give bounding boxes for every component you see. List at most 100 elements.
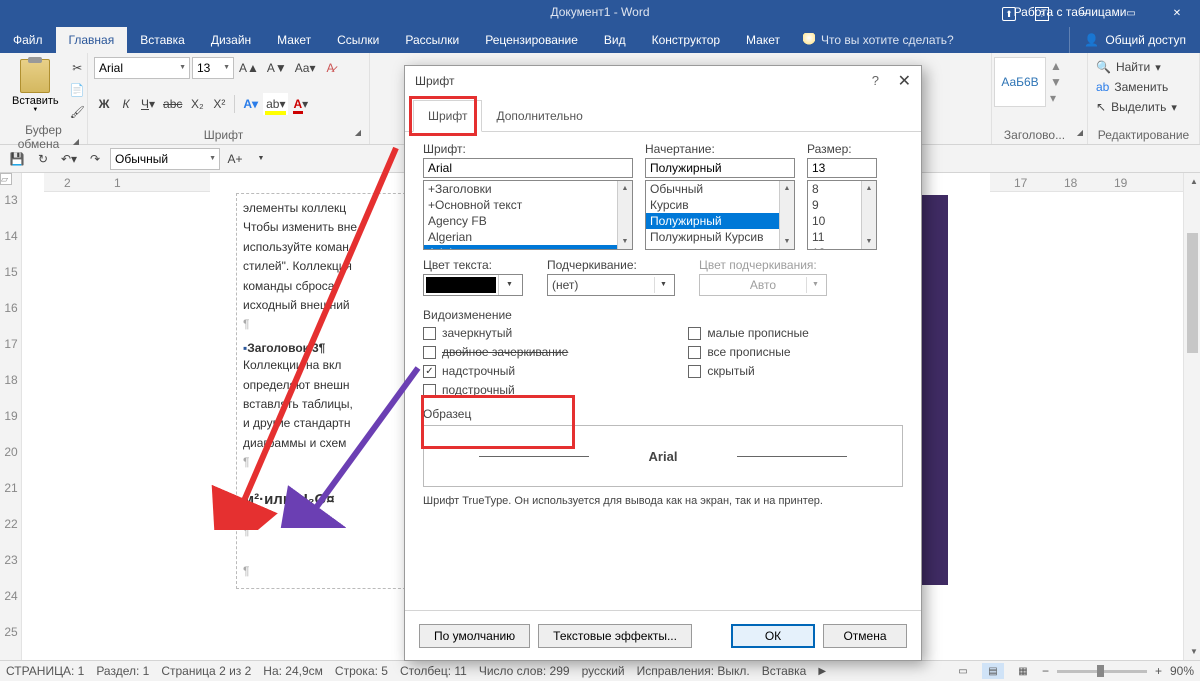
new-style-button[interactable]: A+ xyxy=(224,148,246,170)
replace-button[interactable]: abЗаменить xyxy=(1096,77,1191,97)
tab-home[interactable]: Главная xyxy=(56,27,128,53)
list-item[interactable]: Arial xyxy=(424,245,632,250)
cancel-button[interactable]: Отмена xyxy=(823,624,907,648)
dialog-close-button[interactable]: ✕ xyxy=(898,71,911,91)
list-item[interactable]: Algerian xyxy=(424,229,632,245)
close-button[interactable]: ✕ xyxy=(1154,0,1200,27)
tab-table-design[interactable]: Конструктор xyxy=(639,27,733,53)
select-button[interactable]: ↖Выделить ▾ xyxy=(1096,97,1191,117)
minimize-button[interactable]: — xyxy=(1062,0,1108,27)
tab-references[interactable]: Ссылки xyxy=(324,27,392,53)
status-language[interactable]: русский xyxy=(582,664,625,678)
ruler-corner[interactable]: ▱ xyxy=(0,173,12,185)
macro-icon[interactable]: ▶ xyxy=(818,666,826,677)
text-effects-button[interactable]: A▾ xyxy=(240,93,261,115)
scroll-up-button[interactable]: ▲ xyxy=(1184,173,1200,190)
help-icon[interactable]: ? xyxy=(1035,7,1049,21)
maximize-button[interactable]: ▭ xyxy=(1108,0,1154,27)
checkbox-subscript[interactable]: подстрочный xyxy=(423,383,568,397)
status-pageof[interactable]: Страница 2 из 2 xyxy=(161,664,251,678)
checkbox-smallcaps[interactable]: малые прописные xyxy=(688,326,809,340)
subscript-button[interactable]: X₂ xyxy=(187,93,207,115)
dialog-tab-advanced[interactable]: Дополнительно xyxy=(482,101,596,131)
checkbox-superscript[interactable]: ✓надстрочный xyxy=(423,364,568,378)
copy-button[interactable]: 📄 xyxy=(67,79,88,101)
italic-button[interactable]: К xyxy=(116,93,136,115)
font-name-combo[interactable]: Arial▼ xyxy=(94,57,190,79)
underline-style-dropdown[interactable]: (нет)▼ xyxy=(547,274,675,296)
list-item[interactable]: Обычный xyxy=(646,181,794,197)
superscript-button[interactable]: X² xyxy=(209,93,229,115)
tab-insert[interactable]: Вставка xyxy=(127,27,198,53)
style-combo[interactable]: Обычный▼ xyxy=(110,148,220,170)
list-item[interactable]: Полужирный Курсив xyxy=(646,229,794,245)
checkbox-strike[interactable]: зачеркнутый xyxy=(423,326,568,340)
highlight-button[interactable]: ab▾ xyxy=(263,93,288,115)
change-case-button[interactable]: Aa▾ xyxy=(292,57,319,79)
listbox-scrollbar[interactable]: ▲▼ xyxy=(617,181,632,249)
list-item[interactable]: Курсив xyxy=(646,197,794,213)
grow-font-button[interactable]: A▲ xyxy=(236,57,262,79)
font-size-combo[interactable]: 13▼ xyxy=(192,57,234,79)
font-name-input[interactable] xyxy=(423,158,633,178)
zoom-out-button[interactable]: − xyxy=(1042,664,1049,678)
tab-view[interactable]: Вид xyxy=(591,27,639,53)
list-item[interactable]: Полужирный xyxy=(646,213,794,229)
underline-button[interactable]: Ч▾ xyxy=(138,93,158,115)
font-color-button[interactable]: A▾ xyxy=(290,93,311,115)
ok-button[interactable]: ОК xyxy=(731,624,815,648)
default-button[interactable]: По умолчанию xyxy=(419,624,530,648)
scroll-thumb[interactable] xyxy=(1187,233,1198,353)
view-print-button[interactable]: ▤ xyxy=(982,663,1004,679)
tab-file[interactable]: Файл xyxy=(0,27,56,53)
cut-button[interactable]: ✂ xyxy=(67,57,88,79)
font-launcher-icon[interactable]: ◢ xyxy=(353,128,363,138)
redo-button[interactable]: ↷ xyxy=(84,148,106,170)
tab-design[interactable]: Дизайн xyxy=(198,27,264,53)
paste-button[interactable]: Вставить ▼ xyxy=(6,57,65,115)
styles-more-button[interactable]: ▲▼▾ xyxy=(1050,59,1062,105)
list-item[interactable]: +Заголовки xyxy=(424,181,632,197)
font-size-input[interactable] xyxy=(807,158,877,178)
zoom-level[interactable]: 90% xyxy=(1170,664,1194,678)
find-button[interactable]: 🔍Найти ▾ xyxy=(1096,57,1191,77)
checkbox-allcaps[interactable]: все прописные xyxy=(688,345,809,359)
tab-mailings[interactable]: Рассылки xyxy=(392,27,472,53)
font-color-picker[interactable]: ▼ xyxy=(423,274,523,296)
ribbon-display-options-icon[interactable]: ⬆ xyxy=(1002,7,1016,21)
style-listbox[interactable]: Обычный Курсив Полужирный Полужирный Кур… xyxy=(645,180,795,250)
status-wordcount[interactable]: Число слов: 299 xyxy=(479,664,570,678)
scroll-down-button[interactable]: ▼ xyxy=(1184,643,1200,660)
vertical-ruler[interactable]: ▱ 1314151617181920212223242526 xyxy=(0,173,22,660)
styles-launcher-icon[interactable]: ◢ xyxy=(1075,128,1085,138)
tab-review[interactable]: Рецензирование xyxy=(472,27,591,53)
strike-button[interactable]: abc xyxy=(160,93,185,115)
view-web-button[interactable]: ▦ xyxy=(1012,663,1034,679)
font-style-input[interactable] xyxy=(645,158,795,178)
bold-button[interactable]: Ж xyxy=(94,93,114,115)
size-listbox[interactable]: 8 9 10 11 12 ▲▼ xyxy=(807,180,877,250)
tab-table-layout[interactable]: Макет xyxy=(733,27,793,53)
clear-formatting-button[interactable]: A̷ xyxy=(320,57,340,79)
listbox-scrollbar[interactable]: ▲▼ xyxy=(861,181,876,249)
status-column[interactable]: Столбец: 11 xyxy=(400,664,467,678)
clipboard-launcher-icon[interactable]: ◢ xyxy=(71,137,81,147)
dialog-help-button[interactable]: ? xyxy=(872,73,879,88)
text-effects-button[interactable]: Текстовые эффекты... xyxy=(538,624,692,648)
checkbox-hidden[interactable]: скрытый xyxy=(688,364,809,378)
shrink-font-button[interactable]: A▼ xyxy=(264,57,290,79)
status-trackchanges[interactable]: Исправления: Выкл. xyxy=(637,664,750,678)
status-line[interactable]: Строка: 5 xyxy=(335,664,388,678)
format-painter-button[interactable]: 🖌 xyxy=(67,101,88,123)
zoom-slider[interactable] xyxy=(1057,670,1147,673)
status-page[interactable]: СТРАНИЦА: 1 xyxy=(6,664,84,678)
font-listbox[interactable]: +Заголовки +Основной текст Agency FB Alg… xyxy=(423,180,633,250)
status-position[interactable]: На: 24,9см xyxy=(263,664,323,678)
qat-customize-button[interactable]: ▼ xyxy=(250,148,272,170)
status-section[interactable]: Раздел: 1 xyxy=(96,664,149,678)
dialog-titlebar[interactable]: Шрифт ? ✕ xyxy=(405,66,921,96)
view-read-button[interactable]: ▭ xyxy=(952,663,974,679)
style-heading1[interactable]: АаБ6В xyxy=(994,57,1046,107)
dialog-tab-font[interactable]: Шрифт xyxy=(413,100,482,132)
list-item[interactable]: Agency FB xyxy=(424,213,632,229)
